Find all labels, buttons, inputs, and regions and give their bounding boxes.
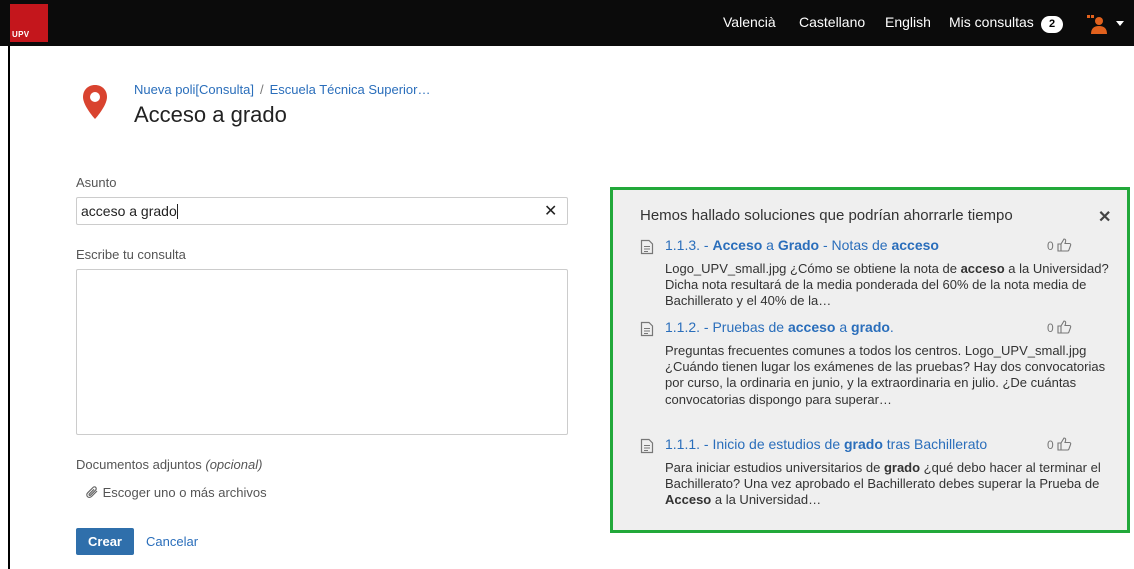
highlighted-term: acceso: [891, 237, 939, 253]
breadcrumb-item-consulta[interactable]: Nueva poli[Consulta]: [134, 82, 254, 97]
logo-text: UPV: [12, 30, 30, 39]
text-segment: - Notas de: [819, 237, 892, 253]
thumbs-up-icon: [1057, 238, 1072, 252]
body-label: Escribe tu consulta: [76, 247, 186, 262]
highlighted-term: acceso: [787, 319, 836, 335]
choose-files-label: Escoger uno o más archivos: [102, 485, 267, 500]
suggestion-title-link[interactable]: 1.1.1. - Inicio de estudios de grado tra…: [665, 436, 987, 452]
highlighted-term: Grado: [777, 237, 820, 253]
close-icon[interactable]: ✕: [1098, 207, 1111, 227]
thumbs-up-icon: [1057, 437, 1072, 451]
cancel-link[interactable]: Cancelar: [146, 534, 198, 549]
lang-valencia-link[interactable]: Valencià: [723, 14, 776, 30]
highlighted-term: Acceso: [665, 492, 712, 508]
top-navbar: UPV Valencià Castellano English Mis cons…: [0, 0, 1134, 46]
like-count-value: 0: [1047, 321, 1054, 335]
like-count[interactable]: 0: [1047, 437, 1072, 452]
highlighted-term: grado: [851, 319, 890, 335]
text-caret: [176, 204, 178, 219]
document-icon: [640, 239, 654, 255]
text-segment: .: [889, 319, 894, 335]
lang-castellano-link[interactable]: Castellano: [799, 14, 865, 30]
choose-files-button[interactable]: Escoger uno o más archivos: [86, 485, 267, 500]
highlighted-term: grado: [844, 436, 883, 452]
map-marker-icon: [83, 85, 107, 119]
subject-input-value: acceso a grado: [81, 203, 177, 219]
like-count[interactable]: 0: [1047, 238, 1072, 253]
breadcrumb-item-escuela[interactable]: Escuela Técnica Superior…: [270, 82, 431, 97]
my-queries-count-badge: 2: [1041, 16, 1063, 33]
consulta-textarea[interactable]: [76, 269, 568, 435]
paperclip-icon: [86, 486, 98, 499]
like-count-value: 0: [1047, 239, 1054, 253]
upv-logo[interactable]: UPV: [10, 4, 48, 42]
thumbs-up-icon: [1057, 320, 1072, 334]
page-left-border: [8, 0, 10, 569]
suggestions-panel: Hemos hallado soluciones que podrían aho…: [610, 187, 1130, 533]
lang-english-link[interactable]: English: [885, 14, 931, 30]
user-menu[interactable]: [1084, 12, 1124, 36]
subject-input[interactable]: acceso a grado: [76, 197, 568, 225]
attachments-label: Documentos adjuntos (opcional): [76, 457, 262, 472]
caret-down-icon: [1116, 21, 1124, 26]
create-button[interactable]: Crear: [76, 528, 134, 555]
text-segment: 1.1.2. - Pruebas de: [665, 319, 788, 335]
suggestions-title: Hemos hallado soluciones que podrían aho…: [640, 207, 1013, 224]
text-segment: a: [762, 237, 778, 253]
text-segment: Preguntas frecuentes comunes a todos los…: [665, 343, 1106, 407]
text-segment: a la Universidad…: [711, 492, 822, 508]
suggestion-snippet: Preguntas frecuentes comunes a todos los…: [665, 343, 1125, 408]
breadcrumb: Nueva poli[Consulta] / Escuela Técnica Sup…: [134, 82, 431, 97]
suggestion-snippet: Logo_UPV_small.jpg ¿Cómo se obtiene la n…: [665, 261, 1125, 310]
text-segment: Logo_UPV_small.jpg ¿Cómo se obtiene la n…: [665, 261, 961, 276]
attachments-optional-text: (opcional): [205, 457, 263, 472]
highlighted-term: acceso: [960, 261, 1005, 276]
clear-subject-icon[interactable]: ✕: [544, 201, 557, 221]
suggestion-snippet: Para iniciar estudios universitarios de …: [665, 460, 1125, 509]
text-segment: a: [835, 319, 852, 335]
my-queries-link[interactable]: Mis consultas: [949, 14, 1034, 30]
subject-label: Asunto: [76, 175, 117, 190]
highlighted-term: grado: [883, 460, 921, 475]
like-count[interactable]: 0: [1047, 320, 1072, 335]
like-count-value: 0: [1047, 438, 1054, 452]
text-segment: Para iniciar estudios universitarios de: [665, 460, 884, 475]
text-segment: 1.1.1. - Inicio de estudios de: [665, 436, 844, 452]
document-icon: [640, 321, 654, 337]
attachments-label-text: Documentos adjuntos: [76, 457, 202, 472]
suggestion-title-link[interactable]: 1.1.2. - Pruebas de acceso a grado.: [665, 319, 894, 335]
text-segment: tras Bachillerato: [882, 436, 988, 452]
highlighted-term: Acceso: [712, 237, 763, 253]
document-icon: [640, 438, 654, 454]
breadcrumb-separator: /: [259, 82, 264, 97]
text-segment: 1.1.3. -: [665, 237, 713, 253]
suggestion-title-link[interactable]: 1.1.3. - Acceso a Grado - Notas de acces…: [665, 237, 939, 253]
page-title: Acceso a grado: [134, 102, 287, 127]
